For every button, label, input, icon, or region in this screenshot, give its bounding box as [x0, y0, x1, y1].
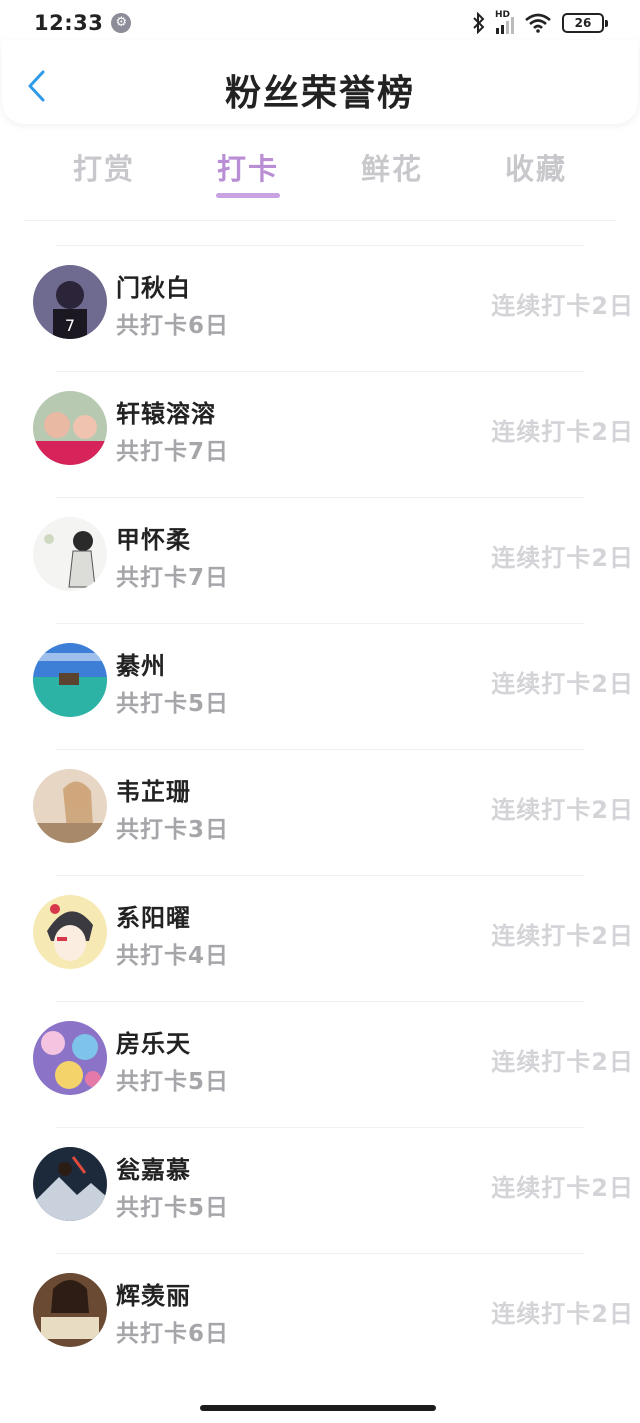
- checkin-streak: 连续打卡2日: [491, 670, 634, 698]
- page-title: 粉丝荣誉榜: [224, 73, 415, 114]
- checkin-streak: 连续打卡2日: [491, 1048, 634, 1076]
- checkin-total: 共打卡5日: [116, 1195, 230, 1221]
- fan-name: 轩辕溶溶: [116, 400, 216, 428]
- list-item[interactable]: 韦芷珊 共打卡3日 连续打卡2日: [33, 749, 633, 875]
- tab-bar: 打赏 打卡 鲜花 收藏: [32, 138, 608, 218]
- avatar: [33, 769, 107, 843]
- home-indicator[interactable]: [200, 1405, 436, 1411]
- avatar: [33, 1021, 107, 1095]
- checkin-streak: 连续打卡2日: [491, 544, 634, 572]
- avatar: [33, 895, 107, 969]
- settings-indicator-icon: ⚙: [111, 13, 132, 33]
- tab-reward[interactable]: 打赏: [32, 138, 176, 218]
- tab-label: 打卡: [216, 152, 279, 186]
- wifi-icon: [525, 13, 551, 33]
- list-item[interactable]: 瓮嘉慕 共打卡5日 连续打卡2日: [33, 1127, 633, 1253]
- avatar: [33, 517, 107, 591]
- list-item[interactable]: 甲怀柔 共打卡7日 连续打卡2日: [33, 497, 633, 623]
- header: 粉丝荣誉榜: [2, 40, 638, 124]
- tab-favorites[interactable]: 收藏: [464, 138, 608, 218]
- list-item[interactable]: 系阳曜 共打卡4日 连续打卡2日: [33, 875, 633, 1001]
- app-screen: 12:33 ⚙ HD 26 粉丝荣誉榜 打赏 打卡 鲜花 收藏 7 门秋白 共打…: [0, 0, 640, 1423]
- fan-list: 7 门秋白 共打卡6日 连续打卡2日 轩辕溶溶 共打卡7日 连续打卡2日 甲怀柔…: [0, 245, 640, 1379]
- avatar: [33, 1147, 107, 1221]
- avatar: [33, 391, 107, 465]
- checkin-streak: 连续打卡2日: [491, 796, 634, 824]
- list-item[interactable]: 房乐天 共打卡5日 连续打卡2日: [33, 1001, 633, 1127]
- bluetooth-icon: [473, 12, 485, 34]
- checkin-total: 共打卡6日: [116, 313, 230, 339]
- active-tab-indicator: [216, 193, 280, 198]
- fan-name: 系阳曜: [116, 904, 191, 932]
- checkin-total: 共打卡6日: [116, 1321, 230, 1347]
- tab-label: 打赏: [72, 152, 135, 186]
- checkin-streak: 连续打卡2日: [491, 1300, 634, 1328]
- list-item[interactable]: 轩辕溶溶 共打卡7日 连续打卡2日: [33, 371, 633, 497]
- network-type-label: HD: [495, 10, 511, 20]
- fan-name: 瓮嘉慕: [116, 1156, 191, 1184]
- signal-icon: HD: [495, 10, 514, 34]
- tabs-divider: [24, 220, 616, 221]
- checkin-total: 共打卡5日: [116, 1069, 230, 1095]
- checkin-streak: 连续打卡2日: [491, 418, 634, 446]
- avatar: 7: [33, 265, 107, 339]
- tab-checkin[interactable]: 打卡: [176, 138, 320, 218]
- checkin-streak: 连续打卡2日: [491, 922, 634, 950]
- fan-name: 辉羡丽: [116, 1282, 191, 1310]
- checkin-total: 共打卡4日: [116, 943, 230, 969]
- checkin-total: 共打卡5日: [116, 691, 230, 717]
- status-left: 12:33 ⚙: [34, 11, 132, 35]
- status-time: 12:33: [34, 11, 104, 35]
- svg-text:7: 7: [65, 316, 75, 335]
- list-item[interactable]: 7 门秋白 共打卡6日 连续打卡2日: [33, 245, 633, 371]
- fan-name: 綦州: [116, 652, 166, 680]
- list-item[interactable]: 辉羡丽 共打卡6日 连续打卡2日: [33, 1253, 633, 1379]
- checkin-total: 共打卡7日: [116, 439, 230, 465]
- tab-label: 鲜花: [360, 152, 423, 186]
- fan-name: 韦芷珊: [116, 778, 191, 806]
- avatar: [33, 1273, 107, 1347]
- tab-label: 收藏: [504, 152, 567, 186]
- list-item[interactable]: 綦州 共打卡5日 连续打卡2日: [33, 623, 633, 749]
- tab-flowers[interactable]: 鲜花: [320, 138, 464, 218]
- avatar: [33, 643, 107, 717]
- fan-name: 甲怀柔: [116, 526, 191, 554]
- checkin-streak: 连续打卡2日: [491, 292, 634, 320]
- fan-name: 房乐天: [116, 1030, 191, 1058]
- checkin-streak: 连续打卡2日: [491, 1174, 634, 1202]
- fan-name: 门秋白: [116, 274, 191, 302]
- status-right: HD 26: [472, 10, 608, 34]
- battery-icon: 26: [562, 13, 608, 33]
- checkin-total: 共打卡7日: [116, 565, 230, 591]
- checkin-total: 共打卡3日: [116, 817, 230, 843]
